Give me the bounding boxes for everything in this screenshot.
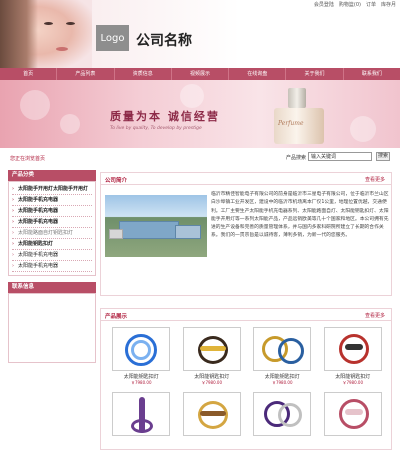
cart-link[interactable]: 购物篮(0) [339, 1, 361, 8]
company-name: 公司名称 [136, 33, 192, 49]
logo[interactable]: Logo [96, 25, 129, 51]
top-links: 会员登陆 购物篮(0) 订单 库存月 [314, 1, 396, 8]
nav-qualification[interactable]: 资质信息 [115, 68, 172, 80]
hero-banner: 质量为本 诚信经营 To live by quality, To develop… [0, 80, 400, 148]
intro-title: 公司简介 [105, 178, 128, 184]
category-item[interactable]: 太阳能手机充电器 [12, 217, 92, 228]
hair-shape [0, 0, 38, 68]
product-shape [278, 338, 305, 364]
product-name[interactable]: 太阳能钥匙扣灯 [335, 373, 370, 380]
intro-text: 临沂市精佳智能电子有限公司的前身是临沂市三星电子有限公司，位于临沂市兰山区白沙埠… [211, 192, 389, 239]
product-card[interactable] [250, 392, 315, 438]
decor-petal [180, 84, 204, 108]
category-item[interactable]: 太阳能路面自灯钥匙扣灯 [12, 228, 92, 239]
product-image[interactable] [323, 327, 382, 371]
main-nav: 首页 产品列表 资质信息 视频展示 在线询盘 关于我们 联系我们 [0, 68, 400, 80]
product-card[interactable] [180, 392, 245, 438]
product-image[interactable] [323, 392, 382, 436]
search-label: 产品搜索 [286, 155, 307, 161]
factory-image [105, 195, 207, 257]
bottle-label: Perfume [278, 120, 304, 127]
product-image[interactable] [112, 327, 171, 371]
notice-search-bar: 您正在浏览首页 产品搜索 搜索 [0, 148, 400, 168]
category-list: 太阳能手开用灯太阳能手开用灯 太阳能手机充电器 太阳能手机充电器 太阳能手机充电… [8, 181, 96, 276]
product-showcase-panel: 产品展示 查看更多 太阳能钥匙扣灯 ￥7980.00 太阳能钥匙扣灯 ￥7980… [100, 308, 392, 450]
product-image[interactable] [253, 392, 312, 436]
nav-video[interactable]: 视频展示 [172, 68, 230, 80]
factory-building [109, 229, 123, 239]
company-intro-panel: 公司简介 查看更多 临沂市精佳智能电子有限公司的前身是临沂市三星电子有限公司，位… [100, 172, 392, 296]
model-face-image [0, 0, 92, 68]
left-sidebar: 产品分类 太阳能手开用灯太阳能手开用灯 太阳能手机充电器 太阳能手机充电器 太阳… [8, 170, 96, 363]
product-shape [344, 409, 363, 415]
category-item[interactable]: 太阳能钥匙扣灯 [12, 239, 92, 250]
product-shape [131, 419, 154, 433]
category-heading: 产品分类 [8, 170, 96, 181]
stock-link[interactable]: 库存月 [381, 1, 396, 8]
nav-about[interactable]: 关于我们 [286, 68, 344, 80]
banner-title: 质量为本 诚信经营 [110, 110, 220, 123]
product-card[interactable] [109, 392, 174, 438]
products-header: 产品展示 查看更多 [101, 309, 391, 321]
product-price: ￥7980.00 [271, 380, 293, 385]
product-image[interactable] [182, 392, 241, 436]
category-item[interactable]: 太阳能手机充电器 [12, 206, 92, 217]
products-more-link[interactable]: 查看更多 [365, 312, 385, 319]
search-input[interactable] [308, 152, 372, 161]
eye-shape [44, 22, 53, 25]
nav-inquiry[interactable]: 在线询盘 [229, 68, 287, 80]
product-name[interactable]: 太阳能钥匙扣灯 [194, 373, 229, 380]
nav-contact[interactable]: 联系我们 [344, 68, 400, 80]
decor-petal [350, 116, 376, 142]
product-card[interactable]: 太阳能钥匙扣灯 ￥7980.00 [180, 327, 245, 386]
orders-link[interactable]: 订单 [366, 1, 376, 8]
category-item[interactable]: 太阳能手开用灯太阳能手开用灯 [12, 184, 92, 195]
product-card[interactable]: 太阳能钥匙扣灯 ￥7980.00 [250, 327, 315, 386]
decor-petal [60, 114, 80, 134]
product-name[interactable]: 太阳能钥匙扣灯 [124, 373, 159, 380]
eye-shape [66, 22, 75, 25]
product-image[interactable] [112, 392, 171, 436]
perfume-bottle-image: Perfume [268, 86, 330, 146]
product-name[interactable]: 太阳能钥匙扣灯 [265, 373, 300, 380]
nav-home[interactable]: 首页 [0, 68, 58, 80]
banner-subtitle: To live by quality, To develop by presti… [110, 126, 202, 131]
factory-building [119, 221, 179, 239]
intro-header: 公司简介 查看更多 [101, 173, 391, 185]
product-card[interactable]: 太阳能钥匙扣灯 ￥7980.00 [109, 327, 174, 386]
products-title: 产品展示 [105, 314, 128, 320]
intro-more-link[interactable]: 查看更多 [365, 176, 385, 183]
product-image[interactable] [253, 327, 312, 371]
product-shape [199, 346, 226, 351]
product-shape [278, 403, 303, 427]
factory-building [175, 225, 201, 239]
product-price: ￥7980.00 [201, 380, 223, 385]
search-button[interactable]: 搜索 [376, 152, 390, 161]
lips-shape [56, 47, 68, 51]
nav-products[interactable]: 产品列表 [57, 68, 115, 80]
location-notice: 您正在浏览首页 [10, 156, 46, 162]
product-card[interactable] [321, 392, 386, 438]
login-link[interactable]: 会员登陆 [314, 1, 334, 8]
product-grid: 太阳能钥匙扣灯 ￥7980.00 太阳能钥匙扣灯 ￥7980.00 太阳能钥匙扣… [109, 327, 385, 438]
product-image[interactable] [182, 327, 241, 371]
category-item[interactable]: 太阳能手机充电器 [12, 195, 92, 206]
product-shape [199, 411, 226, 416]
category-item[interactable]: 太阳能手机充电器 [12, 250, 92, 261]
bottle-cap [288, 88, 306, 108]
category-item[interactable]: 太阳能手机充电器 [12, 261, 92, 272]
site-header: Logo 公司名称 会员登陆 购物篮(0) 订单 库存月 [0, 0, 400, 68]
product-card[interactable]: 太阳能钥匙扣灯 ￥7980.00 [321, 327, 386, 386]
decor-petal [20, 90, 50, 120]
product-shape [344, 344, 363, 350]
product-price: ￥7980.00 [130, 380, 152, 385]
product-price: ￥7980.00 [342, 380, 364, 385]
contact-heading: 联系信息 [8, 282, 96, 293]
contact-box [8, 293, 96, 363]
